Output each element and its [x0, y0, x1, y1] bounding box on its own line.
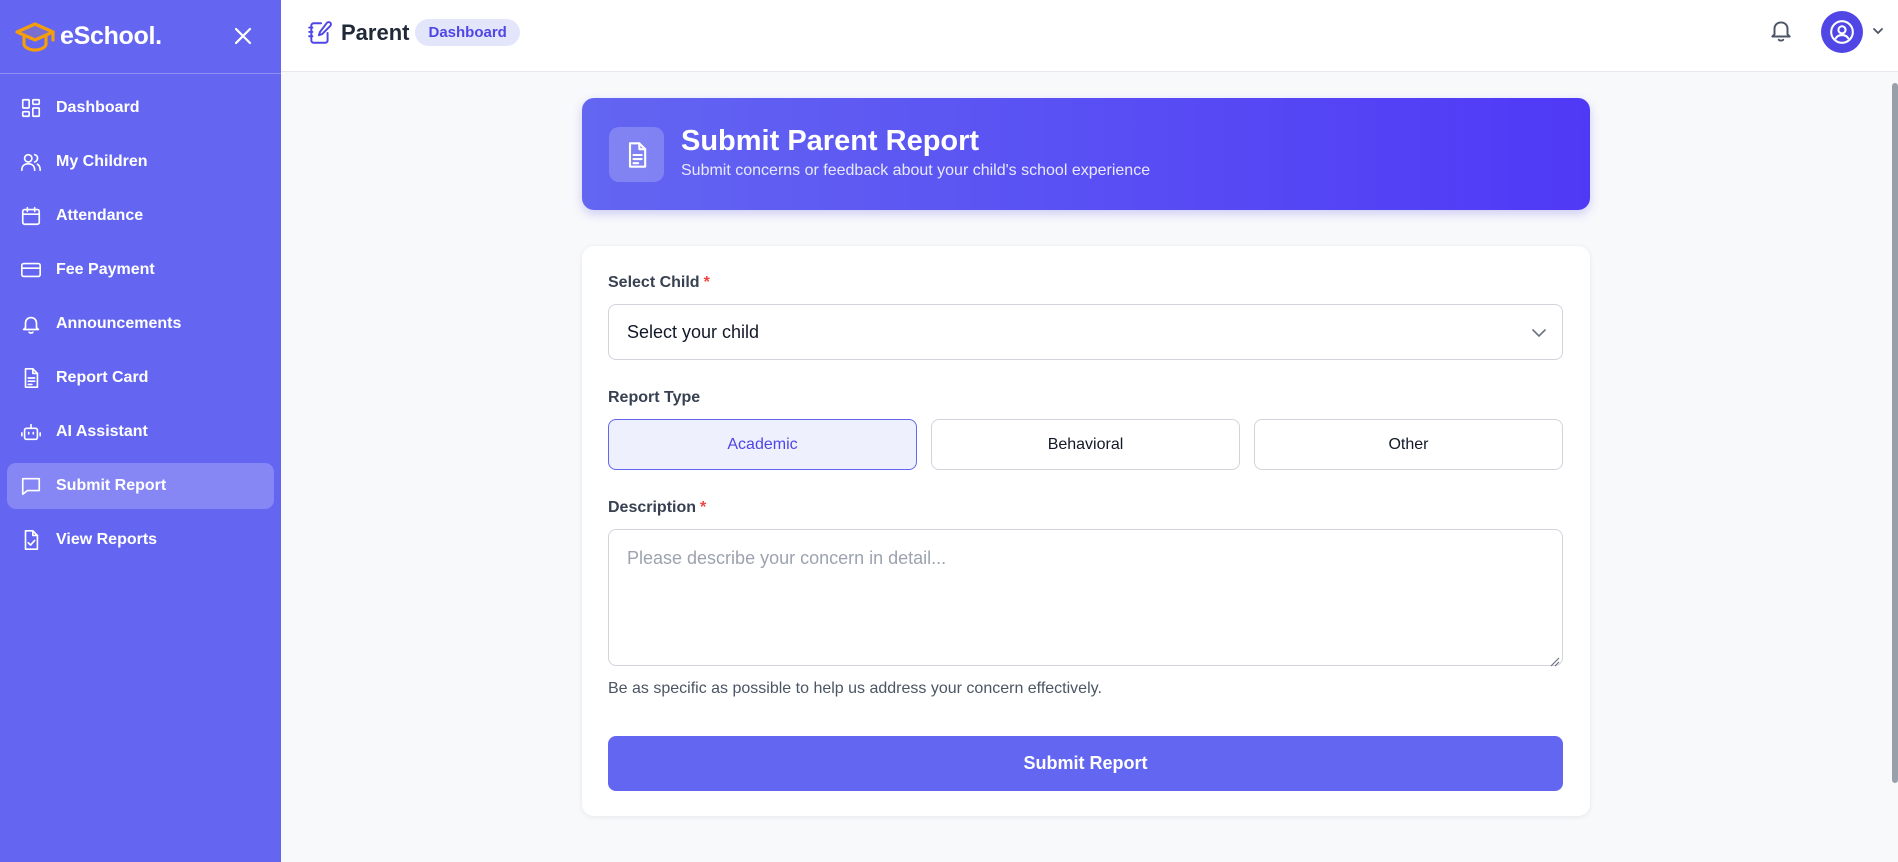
brand-name: eSchool.: [60, 22, 162, 50]
description-hint: Be as specific as possible to help us ad…: [608, 680, 1102, 697]
close-sidebar-icon[interactable]: [229, 22, 257, 50]
report-header-card: Submit Parent Report Submit concerns or …: [582, 98, 1590, 210]
sidebar-item-dashboard[interactable]: Dashboard: [7, 85, 274, 131]
sidebar-item-label: Fee Payment: [56, 261, 155, 278]
file-text-icon: [609, 127, 664, 182]
sidebar-item-label: View Reports: [56, 531, 158, 548]
sidebar-item-submit-report[interactable]: Submit Report: [7, 463, 274, 509]
report-type-label: Report Type: [608, 389, 701, 406]
chevron-down-icon: [1530, 324, 1548, 342]
breadcrumb: Parent Dashboard: [307, 19, 520, 46]
calendar-icon: [20, 205, 42, 227]
page-scrollbar[interactable]: [1892, 73, 1898, 862]
report-type-other[interactable]: Other: [1254, 419, 1563, 470]
sidebar-item-label: Attendance: [56, 207, 144, 224]
robot-icon: [20, 421, 42, 443]
sidebar-item-ai-assistant[interactable]: AI Assistant: [7, 409, 274, 455]
sidebar-item-label: Dashboard: [56, 99, 140, 116]
notebook-pen-icon: [307, 20, 333, 46]
select-child-label-text: Select Child: [608, 274, 700, 291]
report-subtitle: Submit concerns or feedback about your c…: [681, 162, 1151, 179]
child-select-value: Select your child: [627, 321, 760, 342]
file-check-icon: [20, 529, 42, 551]
sidebar-item-label: Submit Report: [56, 477, 167, 494]
resize-handle-icon[interactable]: [1548, 651, 1560, 667]
submit-report-button[interactable]: Submit Report: [608, 736, 1563, 791]
notifications-bell-icon[interactable]: [1768, 17, 1794, 43]
sidebar-nav: Dashboard My Children Attendance Fee Pay…: [0, 74, 281, 563]
page-title: Parent: [341, 19, 410, 45]
select-child-label: Select Child *: [608, 274, 710, 292]
report-title: Submit Parent Report: [681, 125, 980, 157]
sidebar-item-announcements[interactable]: Announcements: [7, 301, 274, 347]
child-select[interactable]: Select your child: [608, 304, 1563, 360]
sidebar-item-attendance[interactable]: Attendance: [7, 193, 274, 239]
report-type-behavioral[interactable]: Behavioral: [931, 419, 1240, 470]
chevron-down-icon[interactable]: [1871, 24, 1885, 38]
grid-icon: [20, 97, 42, 119]
document-icon: [20, 367, 42, 389]
brand: eSchool.: [0, 0, 281, 74]
credit-card-icon: [20, 259, 42, 281]
dashboard-badge: Dashboard: [415, 19, 520, 46]
sidebar-item-report-card[interactable]: Report Card: [7, 355, 274, 401]
sidebar-item-label: Announcements: [56, 315, 182, 332]
report-type-academic[interactable]: Academic: [608, 419, 917, 470]
report-form: Select Child * Select your child Report T…: [582, 246, 1590, 816]
bell-icon: [20, 313, 42, 335]
required-mark: *: [700, 499, 707, 516]
sidebar-item-view-reports[interactable]: View Reports: [7, 517, 274, 563]
sidebar: eSchool. Dashboard My Children Attendanc…: [0, 0, 281, 862]
sidebar-item-my-children[interactable]: My Children: [7, 139, 274, 185]
scrollbar-thumb[interactable]: [1892, 83, 1898, 783]
user-avatar[interactable]: [1821, 11, 1863, 53]
graduation-cap-icon: [12, 18, 58, 56]
sidebar-item-label: AI Assistant: [56, 423, 148, 440]
topbar: Parent Dashboard: [281, 0, 1898, 72]
description-placeholder: Please describe your concern in detail..…: [627, 548, 947, 568]
sidebar-item-label: My Children: [56, 153, 148, 170]
description-textarea[interactable]: Please describe your concern in detail..…: [608, 529, 1563, 667]
message-icon: [20, 475, 42, 497]
description-label: Description *: [608, 499, 706, 517]
required-mark: *: [703, 274, 710, 291]
description-label-text: Description: [608, 499, 697, 516]
sidebar-item-fee-payment[interactable]: Fee Payment: [7, 247, 274, 293]
sidebar-item-label: Report Card: [56, 369, 149, 386]
users-icon: [20, 151, 42, 173]
